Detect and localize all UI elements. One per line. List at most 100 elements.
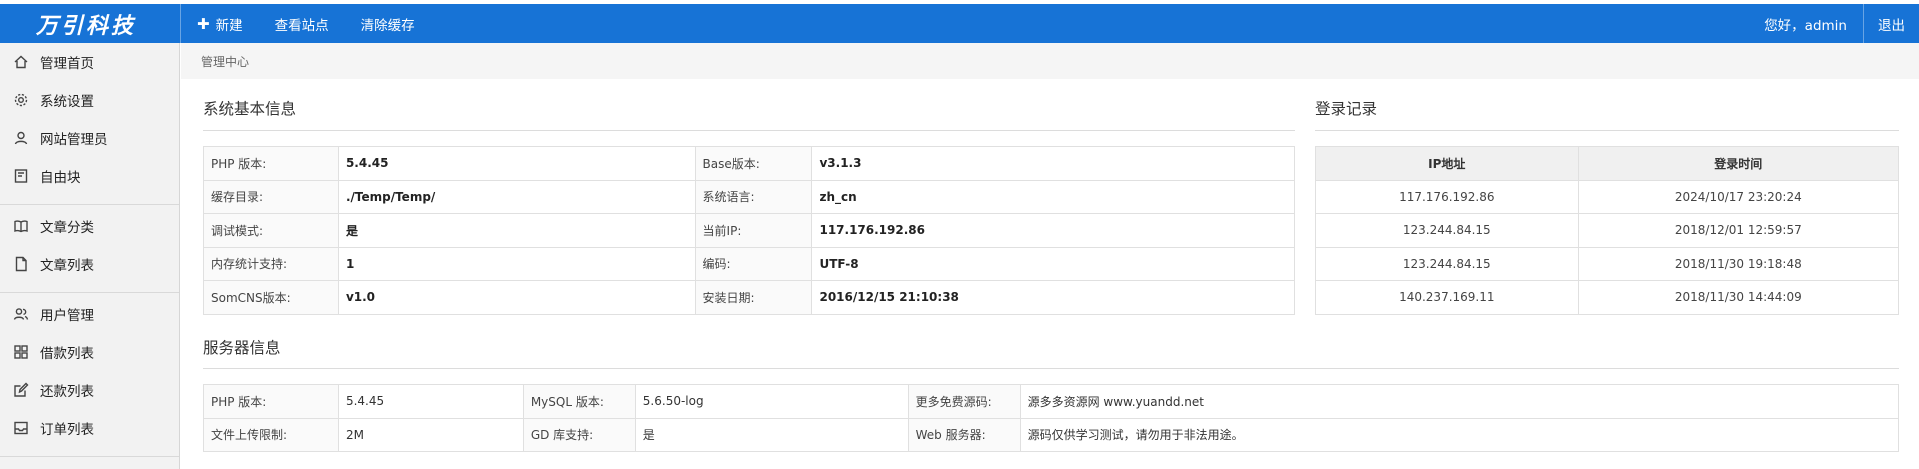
sidebar-item-repayment-list[interactable]: 还款列表 xyxy=(0,371,179,409)
sidebar-item-label: 借款列表 xyxy=(40,346,94,362)
users-icon xyxy=(12,305,30,323)
sidebar-item-label: 文章分类 xyxy=(40,220,94,236)
table-row: 123.244.84.15 2018/11/30 19:18:48 xyxy=(1315,246,1900,281)
info-value: zh_cn xyxy=(811,179,1295,214)
new-label: 新建 xyxy=(215,17,243,34)
column-header-ip: IP地址 xyxy=(1315,146,1579,181)
info-value: UTF-8 xyxy=(811,246,1295,281)
user-greeting: 您好，admin xyxy=(1764,17,1847,34)
server-info-title: 服务器信息 xyxy=(203,339,281,357)
new-button[interactable]: ✚ 新建 xyxy=(181,4,259,43)
table-row: 123.244.84.15 2018/12/01 12:59:57 xyxy=(1315,213,1900,248)
system-info-title: 系统基本信息 xyxy=(203,100,297,118)
logout-link[interactable]: 退出 xyxy=(1864,14,1919,34)
info-value: 5.4.45 xyxy=(337,384,524,419)
user-icon xyxy=(12,129,30,147)
sidebar-item-admins[interactable]: 网站管理员 xyxy=(0,119,179,157)
breadcrumb-current[interactable]: 管理中心 xyxy=(201,53,249,70)
sidebar-item-order-list[interactable]: 订单列表 xyxy=(0,409,179,447)
column-header-time: 登录时间 xyxy=(1577,146,1900,181)
info-value: 是 xyxy=(634,417,909,452)
sidebar-item-label: 系统设置 xyxy=(40,94,94,110)
info-value: v3.1.3 xyxy=(811,146,1295,181)
info-label: 编码: xyxy=(694,246,813,281)
sidebar-item-article-category[interactable]: 文章分类 xyxy=(0,207,179,245)
login-records-table: IP地址 登录时间 117.176.192.86 2024/10/17 23:20… xyxy=(1315,146,1900,315)
server-info-table: PHP 版本: 5.4.45 MySQL 版本: 5.6.50-log 更多免费源码: 源… xyxy=(203,384,1900,452)
top-nav: ✚ 新建 查看站点 清除缓存 xyxy=(180,4,431,43)
info-label: SomCNS版本: xyxy=(203,280,339,315)
ip-cell: 123.244.84.15 xyxy=(1315,246,1579,281)
info-label: 系统语言: xyxy=(694,179,813,214)
grid-icon xyxy=(12,343,30,361)
table-row: 缓存目录: ./Temp/Temp/系统语言: zh_cn xyxy=(203,179,1295,214)
time-cell: 2018/11/30 19:18:48 xyxy=(1577,246,1900,281)
gear-icon xyxy=(12,91,30,109)
login-records-title: 登录记录 xyxy=(1315,100,1378,118)
system-info-table: PHP 版本: 5.4.45 Base版本: v3.1.3 缓存目录: ./Temp/Te… xyxy=(203,146,1295,315)
info-value: v1.0 xyxy=(337,280,696,315)
sidebar-item-home[interactable]: 管理首页 xyxy=(0,43,179,81)
sidebar: 管理首页 系统设置 网站管理员 自由块 文章分类 文章列表 用户管理 借款列表 … xyxy=(0,43,180,469)
info-value: 5.6.50-log xyxy=(634,384,909,419)
breadcrumb: 管理中心 xyxy=(181,43,1919,79)
sidebar-item-label: 用户管理 xyxy=(40,308,94,324)
book-icon xyxy=(12,217,30,235)
divider xyxy=(203,368,1899,369)
ip-cell: 123.244.84.15 xyxy=(1315,213,1579,248)
info-value: ./Temp/Temp/ xyxy=(337,179,696,214)
edit-icon xyxy=(12,381,30,399)
sidebar-item-label: 自由块 xyxy=(40,170,81,186)
clear-cache-link[interactable]: 清除缓存 xyxy=(345,4,431,43)
info-label: Web 服务器: xyxy=(907,417,1021,452)
ip-cell: 140.237.169.11 xyxy=(1315,280,1579,315)
info-label: 调试模式: xyxy=(203,213,339,248)
info-label: 内存统计支持: xyxy=(203,246,339,281)
sidebar-item-label: 还款列表 xyxy=(40,384,94,400)
sidebar-item-article-list[interactable]: 文章列表 xyxy=(0,245,179,283)
info-value: 2016/12/15 21:10:38 xyxy=(811,280,1295,315)
info-value: 2M xyxy=(337,417,524,452)
time-cell: 2018/11/30 14:44:09 xyxy=(1577,280,1900,315)
info-value: 5.4.45 xyxy=(337,146,696,181)
table-row: 140.237.169.11 2018/11/30 14:44:09 xyxy=(1315,280,1900,315)
table-row: PHP 版本: 5.4.45 MySQL 版本: 5.6.50-log 更多免费源码: 源… xyxy=(203,384,1900,419)
logo[interactable]: 万引科技 xyxy=(0,4,180,43)
info-value: 源多多资源网 www.yuandd.net xyxy=(1019,384,1900,419)
table-row: 内存统计支持: 1 编码: UTF-8 xyxy=(203,246,1295,281)
info-value: 源码仅供学习测试，请勿用于非法用途。 xyxy=(1019,417,1900,452)
info-value: 是 xyxy=(337,213,696,248)
sidebar-item-settings[interactable]: 系统设置 xyxy=(0,81,179,119)
sidebar-item-label: 订单列表 xyxy=(40,422,94,438)
table-row: 调试模式: 是当前IP: 117.176.192.86 xyxy=(203,213,1295,248)
info-label: MySQL 版本: xyxy=(522,384,636,419)
table-row: SomCNS版本: v1.0 安装日期: 2016/12/15 21:10:38 xyxy=(203,280,1295,315)
table-header-row: IP地址 登录时间 xyxy=(1315,146,1900,181)
sidebar-item-label: 网站管理员 xyxy=(40,132,108,148)
ip-cell: 117.176.192.86 xyxy=(1315,179,1579,214)
table-row: PHP 版本: 5.4.45 Base版本: v3.1.3 xyxy=(203,146,1295,181)
plus-icon: ✚ xyxy=(197,14,210,33)
divider xyxy=(203,130,1295,131)
info-label: 文件上传限制: xyxy=(203,417,339,452)
sidebar-item-loan-list[interactable]: 借款列表 xyxy=(0,333,179,371)
info-label: Base版本: xyxy=(694,146,813,181)
top-bar: 万引科技 ✚ 新建 查看站点 清除缓存 您好，admin 退出 xyxy=(0,4,1919,43)
sidebar-item-user-management[interactable]: 用户管理 xyxy=(0,295,179,333)
divider xyxy=(0,447,179,457)
info-label: 安装日期: xyxy=(694,280,813,315)
view-site-link[interactable]: 查看站点 xyxy=(259,4,345,43)
inbox-icon xyxy=(12,419,30,437)
sidebar-item-free-block[interactable]: 自由块 xyxy=(0,157,179,195)
divider xyxy=(1315,130,1899,131)
user-area: 您好，admin 退出 xyxy=(1748,4,1919,43)
info-label: 当前IP: xyxy=(694,213,813,248)
sidebar-item-label: 管理首页 xyxy=(40,56,94,72)
info-value: 1 xyxy=(337,246,696,281)
table-row: 117.176.192.86 2024/10/17 23:20:24 xyxy=(1315,179,1900,214)
file-icon xyxy=(12,255,30,273)
home-icon xyxy=(12,53,30,71)
divider xyxy=(0,195,179,205)
info-value: 117.176.192.86 xyxy=(811,213,1295,248)
info-label: GD 库支持: xyxy=(522,417,636,452)
